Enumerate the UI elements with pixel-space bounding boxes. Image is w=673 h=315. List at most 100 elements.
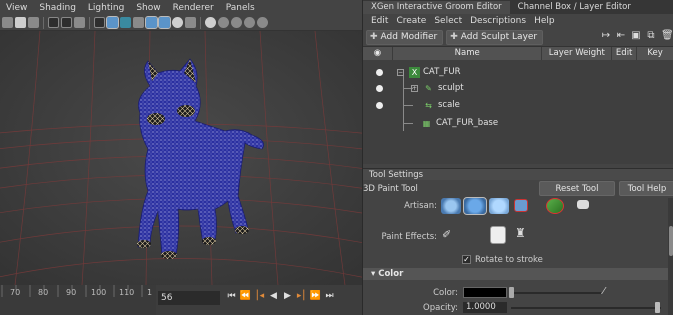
menu-edit[interactable]: Edit xyxy=(367,16,392,26)
isolate-icon[interactable] xyxy=(172,17,183,28)
panel-tabs: XGen Interactive Groom Editor Channel Bo… xyxy=(363,0,673,14)
menu-lighting[interactable]: Lighting xyxy=(82,3,130,13)
menu-panels[interactable]: Panels xyxy=(220,3,261,13)
step-back-key-icon[interactable]: ⏪ xyxy=(240,289,251,303)
tool-settings-body: Artisan: Paint Effects: ✐ ♜ ✓ Rotate to … xyxy=(363,197,668,315)
play-back-icon[interactable]: ◀ xyxy=(268,289,279,303)
lights-icon[interactable] xyxy=(133,17,144,28)
go-to-end-icon[interactable]: ⏭ xyxy=(324,289,335,303)
visibility-toggle[interactable] xyxy=(376,102,383,109)
scene-canvas[interactable] xyxy=(0,31,362,285)
tree-row[interactable]: ▦ CAT_FUR_base xyxy=(363,115,673,132)
collapse-icon[interactable]: − xyxy=(397,69,404,76)
paint-brushes-icon[interactable]: ✐ xyxy=(442,228,462,244)
visibility-toggle[interactable] xyxy=(376,69,383,76)
tree-row[interactable]: − X CAT_FUR xyxy=(363,64,673,81)
smooth-shade-icon[interactable] xyxy=(106,16,119,29)
tool-settings-scrollbar[interactable] xyxy=(668,198,673,315)
expand-icon[interactable]: + xyxy=(411,85,418,92)
artisan-file-icon[interactable] xyxy=(577,200,589,209)
menu-create[interactable]: Create xyxy=(392,16,430,26)
plus-icon: ✚ xyxy=(370,32,378,42)
opacity-field[interactable]: 1.0000 xyxy=(463,302,507,313)
brush-cup-icon[interactable]: ♜ xyxy=(515,226,529,244)
menu-renderer[interactable]: Renderer xyxy=(167,3,220,13)
new-layer-icon[interactable]: ▣ xyxy=(631,30,641,41)
playblast-icon[interactable] xyxy=(244,17,255,28)
artisan-brush-icon-2[interactable] xyxy=(463,197,487,215)
tree-row[interactable]: ⇆ scale xyxy=(363,97,673,114)
gamma-icon[interactable] xyxy=(205,17,216,28)
display-icon[interactable] xyxy=(231,17,242,28)
name-column-header[interactable]: Name xyxy=(393,47,543,60)
add-sculpt-layer-button[interactable]: ✚ Add Sculpt Layer xyxy=(446,29,544,45)
rotate-to-stroke-checkbox[interactable]: ✓ xyxy=(462,255,471,264)
menu-show[interactable]: Show xyxy=(130,3,166,13)
opacity-slider-handle[interactable] xyxy=(655,302,660,313)
eyedropper-icon[interactable]: ⁄ xyxy=(603,286,613,298)
tool-name: 3D Paint Tool xyxy=(363,184,418,194)
grid-icon[interactable] xyxy=(74,17,85,28)
artisan-brush-icon-1[interactable] xyxy=(441,198,461,214)
artisan-profile-icon[interactable] xyxy=(546,198,564,214)
duplicate-icon[interactable]: ⧉ xyxy=(646,30,656,41)
menu-view[interactable]: View xyxy=(0,3,33,13)
artisan-square-brush-icon[interactable] xyxy=(514,199,528,212)
visibility-column-header[interactable]: ◉ xyxy=(363,47,393,60)
layer-weight-column-header[interactable]: Layer Weight xyxy=(542,47,613,60)
artisan-brush-icon-3[interactable] xyxy=(489,198,509,214)
play-forward-icon[interactable]: ▶ xyxy=(282,289,293,303)
groom-tree-header: ◉ Name Layer Weight Edit Key xyxy=(363,46,673,60)
add-modifier-button[interactable]: ✚ Add Modifier xyxy=(366,29,444,45)
scrollbar-thumb[interactable] xyxy=(669,226,673,256)
tool-help-button[interactable]: Tool Help xyxy=(619,181,673,196)
tree-row[interactable]: + ✎ sculpt xyxy=(363,80,673,97)
camera-icon[interactable] xyxy=(2,17,13,28)
step-forward-key-icon[interactable]: ⏩ xyxy=(310,289,321,303)
reset-tool-button[interactable]: Reset Tool xyxy=(539,181,615,196)
wireframe-icon[interactable] xyxy=(94,17,105,28)
visibility-toggle[interactable] xyxy=(376,85,383,92)
time-ruler[interactable]: 70 80 90 100 110 1 xyxy=(0,285,156,315)
xgen-toolbar: ✚ Add Modifier ✚ Add Sculpt Layer ↦ ⇤ ▣ … xyxy=(363,28,673,46)
color-section-header[interactable]: ▾ Color xyxy=(363,268,668,280)
color-label: Color: xyxy=(433,288,458,298)
delete-icon[interactable]: 🗑 xyxy=(661,30,673,41)
opacity-label: Opacity: xyxy=(423,303,458,313)
menu-descriptions[interactable]: Descriptions xyxy=(466,16,530,26)
right-panel: XGen Interactive Groom Editor Channel Bo… xyxy=(362,0,673,315)
menu-select[interactable]: Select xyxy=(430,16,466,26)
textured-icon[interactable] xyxy=(120,17,131,28)
key-column-header[interactable]: Key xyxy=(637,47,673,60)
go-to-start-icon[interactable]: ⏮ xyxy=(226,289,237,303)
film-gate-icon[interactable] xyxy=(48,17,59,28)
current-frame-field[interactable]: 56 xyxy=(158,291,220,305)
color-management-icon[interactable] xyxy=(218,17,229,28)
color-section-label: Color xyxy=(378,269,404,279)
resolution-gate-icon[interactable] xyxy=(61,17,72,28)
playback-controls: ⏮ ⏪ ⎮◂ ◀ ▶ ▸⎮ ⏩ ⏭ xyxy=(226,289,335,303)
color-slider-handle[interactable] xyxy=(509,287,514,298)
viewport-panel[interactable]: View Shading Lighting Show Renderer Pane… xyxy=(0,0,362,315)
expand-all-icon[interactable]: ↦ xyxy=(601,30,611,41)
time-slider[interactable]: 70 80 90 100 110 1 56 ⏮ ⏪ ⎮◂ ◀ ▶ ▸⎮ ⏩ ⏭ xyxy=(0,285,362,315)
xray-icon[interactable] xyxy=(158,16,171,29)
opacity-slider-track[interactable] xyxy=(511,307,661,309)
step-back-frame-icon[interactable]: ⎮◂ xyxy=(254,289,265,303)
toolbar-divider xyxy=(43,16,44,29)
image-plane-icon[interactable] xyxy=(28,17,39,28)
menu-help[interactable]: Help xyxy=(530,16,559,26)
preset-document-icon[interactable] xyxy=(490,226,506,244)
color-swatch[interactable] xyxy=(463,287,507,298)
shadows-icon[interactable] xyxy=(145,16,158,29)
sphere-icon[interactable] xyxy=(257,17,268,28)
menu-shading[interactable]: Shading xyxy=(33,3,82,13)
bookmark-icon[interactable] xyxy=(15,17,26,28)
step-forward-frame-icon[interactable]: ▸⎮ xyxy=(296,289,307,303)
tab-xgen-groom-editor[interactable]: XGen Interactive Groom Editor xyxy=(363,1,510,14)
tab-channel-box[interactable]: Channel Box / Layer Editor xyxy=(510,1,639,14)
exposure-icon[interactable] xyxy=(185,17,196,28)
color-slider-track[interactable] xyxy=(511,292,601,294)
collapse-icon[interactable]: ⇤ xyxy=(616,30,626,41)
edit-column-header[interactable]: Edit xyxy=(612,47,638,60)
